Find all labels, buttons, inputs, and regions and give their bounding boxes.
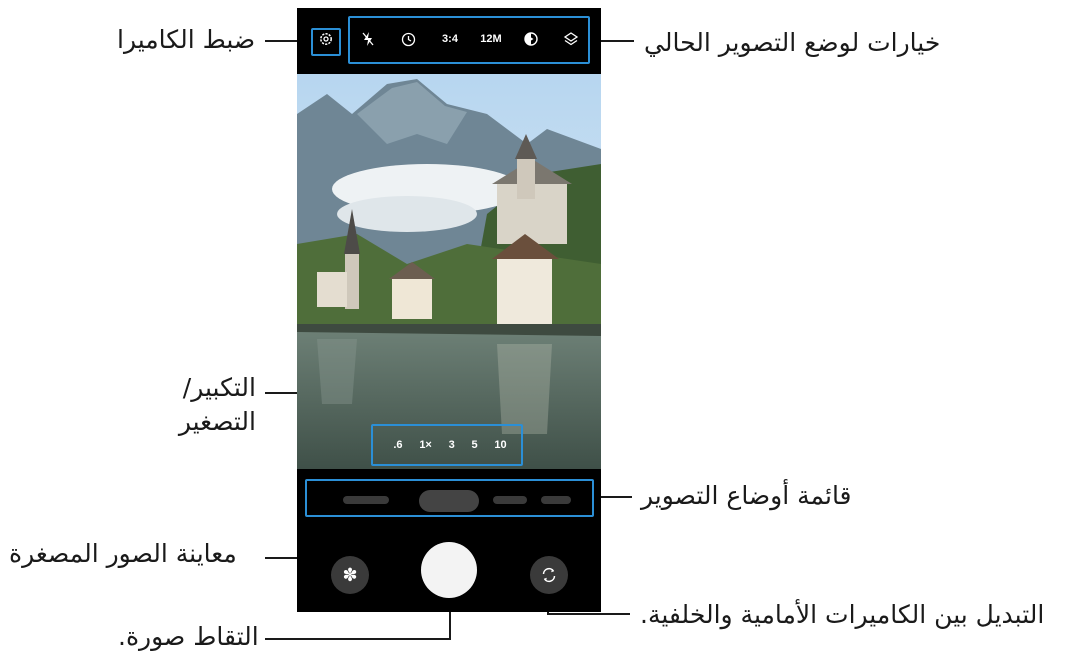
- thumbnail-preview-button[interactable]: ✽: [331, 556, 369, 594]
- callout-switch-cameras: التبديل بين الكاميرات الأمامية والخلفية.: [640, 600, 1045, 629]
- shutter-button[interactable]: [421, 542, 477, 598]
- highlight-zoom: [371, 424, 523, 466]
- highlight-settings: [311, 28, 341, 56]
- callout-current-mode-options: خيارات لوضع التصوير الحالي: [644, 28, 941, 57]
- bottom-controls: ✽: [297, 522, 601, 612]
- callout-zoom-line1: التكبير/: [182, 373, 256, 402]
- callout-zoom-line2: التصغير: [178, 407, 256, 436]
- flower-icon: ✽: [342, 564, 358, 586]
- callout-thumbnail-preview: معاينة الصور المصغرة: [9, 539, 237, 568]
- callout-camera-settings: ضبط الكاميرا: [117, 25, 256, 54]
- leader-switch-h: [547, 613, 630, 615]
- callout-take-picture: التقاط صورة.: [118, 622, 259, 651]
- highlight-modes-list: [305, 479, 594, 517]
- highlight-mode-options: [348, 16, 590, 64]
- callout-zoom: التكبير/ التصغير: [166, 371, 256, 439]
- switch-camera-button[interactable]: [530, 556, 568, 594]
- callout-modes-list: قائمة أوضاع التصوير: [641, 481, 852, 510]
- phone-screen: 3:4 12M .6 1× 3 5 10 ✽: [297, 8, 601, 612]
- camera-preview-image: [297, 74, 601, 469]
- leader-take-picture-h: [265, 638, 451, 640]
- switch-camera-icon: [542, 567, 556, 583]
